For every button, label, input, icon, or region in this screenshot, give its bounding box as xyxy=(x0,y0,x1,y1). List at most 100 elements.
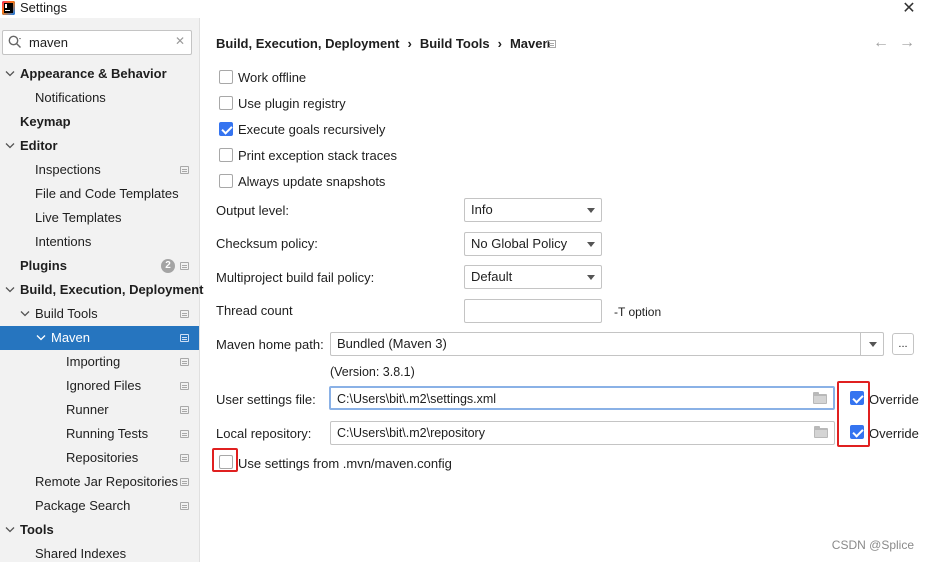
maven-home-select[interactable]: Bundled (Maven 3) xyxy=(330,332,884,356)
sidebar-item-shared-indexes[interactable]: Shared Indexes xyxy=(0,542,199,562)
print-stack-traces-checkbox[interactable] xyxy=(219,148,233,162)
sidebar-item-label: Inspections xyxy=(35,162,101,177)
user-settings-input[interactable]: C:\Users\bit\.m2\settings.xml xyxy=(329,386,835,410)
sidebar-item-repositories[interactable]: Repositories xyxy=(0,446,199,470)
update-snapshots-checkbox[interactable] xyxy=(219,174,233,188)
sidebar-item-running-tests[interactable]: Running Tests xyxy=(0,422,199,446)
combo-divider xyxy=(860,333,861,355)
breadcrumb-item[interactable]: Build, Execution, Deployment xyxy=(216,35,399,53)
sidebar-item-live-templates[interactable]: Live Templates xyxy=(0,206,199,230)
breadcrumb-separator-icon: › xyxy=(407,36,412,51)
fail-policy-label: Multiproject build fail policy: xyxy=(216,270,375,285)
project-settings-icon xyxy=(180,502,189,510)
sidebar-item-inspections[interactable]: Inspections xyxy=(0,158,199,182)
folder-icon[interactable] xyxy=(813,392,827,404)
sidebar-item-runner[interactable]: Runner xyxy=(0,398,199,422)
project-settings-icon xyxy=(180,334,189,342)
sidebar-item-label: Running Tests xyxy=(66,426,149,441)
clear-search-icon[interactable]: ✕ xyxy=(175,34,185,48)
update-snapshots-label: Always update snapshots xyxy=(238,174,386,189)
search-input[interactable] xyxy=(29,33,169,52)
sidebar-item-label: Runner xyxy=(66,402,109,417)
sidebar-item-label: Importing xyxy=(66,354,121,369)
project-settings-icon xyxy=(180,262,189,270)
work-offline-label: Work offline xyxy=(238,70,307,85)
local-repository-input[interactable]: C:\Users\bit\.m2\repository xyxy=(330,421,835,445)
sidebar-item-appearance-behavior[interactable]: Appearance & Behavior xyxy=(0,62,199,86)
sidebar-item-editor[interactable]: Editor xyxy=(0,134,199,158)
sidebar-item-build-tools[interactable]: Build Tools xyxy=(0,302,199,326)
user-settings-override-label: Override xyxy=(869,392,919,407)
sidebar-item-notifications[interactable]: Notifications xyxy=(0,86,199,110)
breadcrumb: Build, Execution, Deployment › Build Tools… xyxy=(216,35,550,53)
sidebar-item-intentions[interactable]: Intentions xyxy=(0,230,199,254)
sidebar-item-label: Plugins xyxy=(20,258,67,273)
sidebar-item-label: Ignored Files xyxy=(66,378,142,393)
thread-count-input[interactable] xyxy=(464,299,602,323)
search-icon xyxy=(8,35,21,48)
project-settings-icon xyxy=(180,406,189,414)
breadcrumb-separator-icon: › xyxy=(497,36,502,51)
local-repository-value: C:\Users\bit\.m2\repository xyxy=(337,426,485,440)
project-settings-icon xyxy=(180,310,189,318)
sidebar-item-label: Build, Execution, Deployment xyxy=(20,282,204,297)
sidebar-item-label: Notifications xyxy=(35,90,106,105)
intellij-logo-icon xyxy=(2,1,15,15)
project-settings-icon xyxy=(180,430,189,438)
sidebar-item-label: Appearance & Behavior xyxy=(20,66,167,81)
folder-icon[interactable] xyxy=(814,426,828,438)
thread-count-label: Thread count xyxy=(216,303,293,318)
browse-maven-home-button[interactable]: ... xyxy=(892,333,914,355)
sidebar-item-build-execution-deployment[interactable]: Build, Execution, Deployment xyxy=(0,278,203,302)
project-settings-icon xyxy=(180,166,189,174)
execute-goals-recursively-checkbox[interactable] xyxy=(219,122,233,136)
sidebar-item-ignored-files[interactable]: Ignored Files xyxy=(0,374,199,398)
dropdown-arrow-icon xyxy=(869,342,877,347)
sidebar-item-importing[interactable]: Importing xyxy=(0,350,199,374)
project-settings-icon xyxy=(180,454,189,462)
mvn-config-highlight-box xyxy=(212,448,238,472)
thread-count-hint: -T option xyxy=(614,305,662,319)
sidebar-item-file-code-templates[interactable]: File and Code Templates xyxy=(0,182,199,206)
local-repository-label: Local repository: xyxy=(216,426,312,441)
checksum-policy-value: No Global Policy xyxy=(471,236,568,251)
chevron-down-icon xyxy=(5,287,15,293)
chevron-down-icon xyxy=(5,527,15,533)
sidebar-item-label: Editor xyxy=(20,138,58,153)
breadcrumb-item[interactable]: Build Tools xyxy=(420,35,490,53)
sidebar-item-tools[interactable]: Tools xyxy=(0,518,199,542)
output-level-select[interactable]: Info xyxy=(464,198,602,222)
sidebar-item-label: Shared Indexes xyxy=(35,546,127,561)
user-settings-label: User settings file: xyxy=(216,392,316,407)
sidebar-item-label: Intentions xyxy=(35,234,92,249)
maven-home-label: Maven home path: xyxy=(216,337,324,352)
title-bar: Settings ✕ xyxy=(0,0,930,18)
chevron-down-icon xyxy=(20,311,30,317)
work-offline-checkbox[interactable] xyxy=(219,70,233,84)
close-icon[interactable]: ✕ xyxy=(900,0,918,17)
sidebar-item-label: Package Search xyxy=(35,498,131,513)
fail-policy-select[interactable]: Default xyxy=(464,265,602,289)
search-box[interactable]: ✕ xyxy=(2,30,192,55)
sidebar-item-package-search[interactable]: Package Search xyxy=(0,494,199,518)
plugin-registry-checkbox[interactable] xyxy=(219,96,233,110)
plugin-registry-label: Use plugin registry xyxy=(238,96,346,111)
sidebar-item-label: Maven xyxy=(51,330,91,345)
project-settings-icon xyxy=(547,40,556,48)
output-level-value: Info xyxy=(471,202,493,217)
settings-sidebar: ✕ Appearance & Behavior Notifications Ke… xyxy=(0,18,203,562)
override-highlight-box xyxy=(837,381,870,447)
checksum-policy-select[interactable]: No Global Policy xyxy=(464,232,602,256)
sidebar-item-keymap[interactable]: Keymap xyxy=(0,110,199,134)
sidebar-item-remote-jar-repositories[interactable]: Remote Jar Repositories xyxy=(0,470,199,494)
back-arrow-icon[interactable]: ← xyxy=(873,34,889,52)
dropdown-arrow-icon xyxy=(587,275,595,280)
forward-arrow-icon[interactable]: → xyxy=(899,34,915,52)
plugins-update-badge: 2 xyxy=(161,259,175,273)
mvn-config-label: Use settings from .mvn/maven.config xyxy=(238,456,452,471)
project-settings-icon xyxy=(180,478,189,486)
sidebar-item-maven[interactable]: Maven xyxy=(0,326,199,350)
output-level-label: Output level: xyxy=(216,203,289,218)
sidebar-item-plugins[interactable]: Plugins 2 xyxy=(0,254,199,278)
breadcrumb-item: Maven xyxy=(509,36,551,51)
